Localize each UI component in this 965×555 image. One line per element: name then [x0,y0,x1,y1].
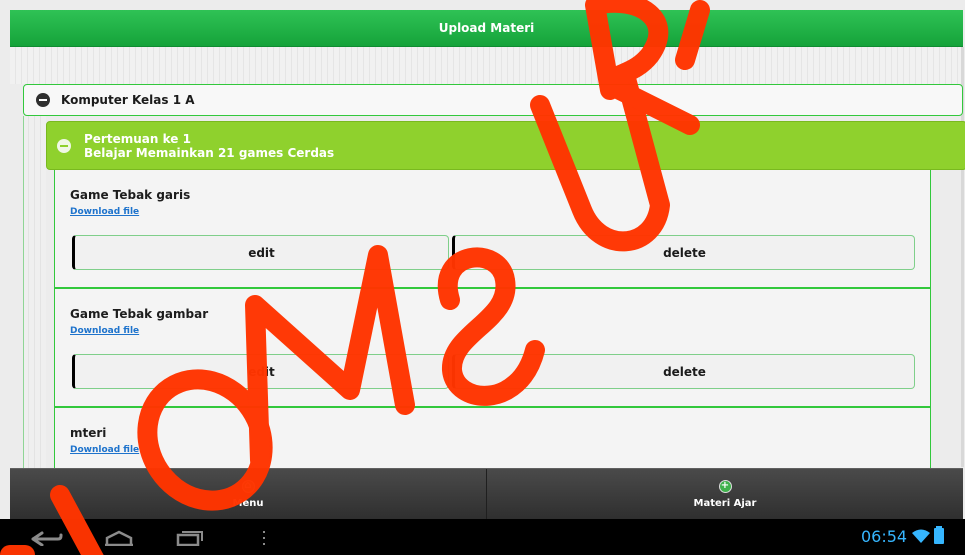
materials-list: Game Tebak garis Download file edit dele… [54,170,931,468]
edit-button[interactable]: edit [72,354,449,389]
materi-ajar-label: Materi Ajar [693,497,757,509]
material-item: Game Tebak garis Download file edit dele… [55,170,930,289]
menu-nav-button[interactable]: ⌂ Menu [10,469,486,519]
app-header: Upload Materi [10,10,963,47]
meeting-topic: Belajar Memainkan 21 games Cerdas [84,145,335,160]
wifi-icon [912,529,930,543]
nested-indent-guide [23,116,46,468]
home-icon[interactable] [103,530,135,546]
class-title: Komputer Kelas 1 A [61,93,195,107]
back-icon[interactable] [30,530,64,546]
delete-button[interactable]: delete [452,354,915,389]
clock: 06:54 [861,527,908,546]
recent-apps-icon[interactable] [176,530,204,546]
menu-label: Menu [232,497,264,509]
material-item: mteri Download file [55,408,930,468]
download-link[interactable]: Download file [70,326,139,336]
edit-button[interactable]: edit [72,235,449,270]
bottom-navigation: ⌂ Menu + Materi Ajar [10,468,963,519]
meeting-title: Pertemuan ke 1 Belajar Memainkan 21 game… [84,132,334,160]
home-icon: ⌂ [241,479,255,493]
material-title: Game Tebak garis [70,188,191,202]
download-link[interactable]: Download file [70,207,139,217]
download-link[interactable]: Download file [70,445,139,455]
class-collapsible-header[interactable]: Komputer Kelas 1 A [23,84,963,116]
material-item: Game Tebak gambar Download file edit del… [55,289,930,408]
page-title: Upload Materi [438,21,535,35]
material-title: mteri [70,426,107,440]
nested-indent-line [23,116,24,468]
collapse-icon[interactable] [36,93,50,107]
delete-button[interactable]: delete [452,235,915,270]
battery-icon [934,526,944,544]
collapse-icon[interactable] [57,138,71,153]
meeting-collapsible-header[interactable]: Pertemuan ke 1 Belajar Memainkan 21 game… [46,121,965,170]
plus-circle-icon: + [718,479,732,493]
top-strip [10,47,963,84]
overflow-dots-icon[interactable] [262,530,266,546]
material-title: Game Tebak gambar [70,307,209,321]
materi-ajar-nav-button[interactable]: + Materi Ajar [486,469,963,519]
android-system-bar: 06:54 [0,519,965,555]
meeting-number: Pertemuan ke 1 [84,131,191,146]
